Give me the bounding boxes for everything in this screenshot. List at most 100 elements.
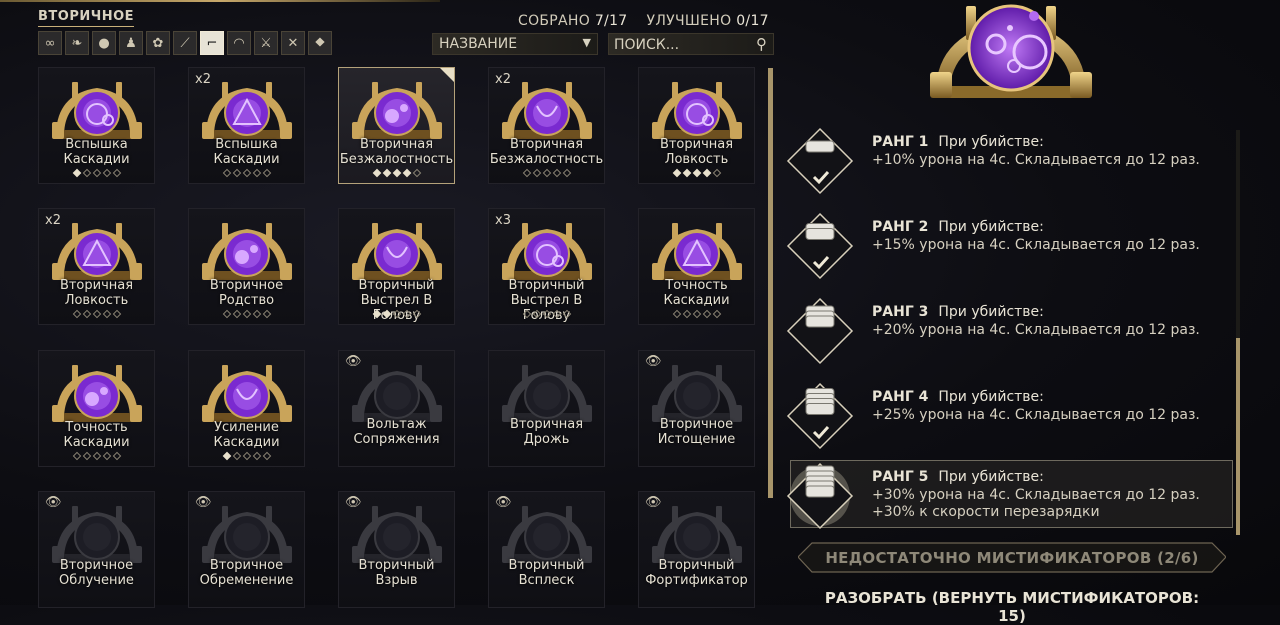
rank-row: РАНГ 5 При убийстве: +30% урона на 4с. Скл… bbox=[782, 460, 1237, 530]
rank-diamond bbox=[562, 168, 571, 178]
collection-stats: СОБРАНО 7/17 УЛУЧШЕНО 0/17 bbox=[518, 13, 769, 29]
rank-diamond bbox=[72, 451, 81, 461]
arcane-emblem-icon bbox=[201, 221, 292, 283]
rank-diamond bbox=[242, 309, 251, 319]
rank-effect-line: +10% урона на 4с. Складывается до 12 раз… bbox=[872, 152, 1200, 168]
rank-trigger: При убийстве: bbox=[938, 304, 1044, 320]
rank-diamond bbox=[372, 168, 381, 178]
sort-dropdown[interactable]: НАЗВАНИЕ ▼ bbox=[432, 33, 598, 55]
arcane-card[interactable]: 👁 Вторичное Истощение bbox=[638, 350, 755, 467]
arcane-card[interactable]: 👁 Вторичное Облучение bbox=[38, 491, 155, 608]
secondary-pistol-icon[interactable]: ⌐ bbox=[200, 31, 224, 55]
arcane-card[interactable]: Точность Каскадии bbox=[38, 350, 155, 467]
rank-row: РАНГ 1 При убийстве: +10% урона на 4с. Скл… bbox=[782, 125, 1237, 195]
arcane-emblem-icon bbox=[501, 504, 592, 566]
rank-indicator bbox=[189, 309, 304, 319]
rank-effect-line: +30% к скорости перезарядки bbox=[872, 504, 1100, 520]
sort-value: НАЗВАНИЕ bbox=[439, 36, 518, 52]
warframe-bust-icon[interactable]: ● bbox=[92, 31, 116, 55]
rank-diamond bbox=[712, 168, 721, 178]
chevron-down-icon: ▼ bbox=[582, 36, 591, 49]
rank-diamond bbox=[412, 168, 421, 178]
search-input[interactable] bbox=[609, 35, 749, 55]
rank-scrollbar[interactable] bbox=[1236, 130, 1240, 535]
infinity-icon[interactable]: ∞ bbox=[38, 31, 62, 55]
rank-diamond bbox=[102, 451, 111, 461]
rank-indicator bbox=[489, 309, 604, 319]
arcane-card[interactable]: Вторичная Дрожь bbox=[488, 350, 605, 467]
insufficient-label: НЕДОСТАТОЧНО МИСТИФИКАТОРОВ (2/6) bbox=[825, 549, 1199, 567]
melee-sword-icon[interactable]: ⚔ bbox=[254, 31, 278, 55]
arcane-name: Вторичная Ловкость bbox=[659, 137, 734, 167]
arcane-card[interactable]: x3 Вторичный Выстрел В Голову bbox=[488, 208, 605, 325]
search-icon[interactable]: ⚲ bbox=[756, 35, 767, 53]
arcane-emblem-icon bbox=[501, 80, 592, 142]
arcane-card[interactable]: 👁 Вторичный Взрыв bbox=[338, 491, 455, 608]
rank-diamond bbox=[402, 309, 411, 319]
dismantle-button[interactable]: РАЗОБРАТЬ (ВЕРНУТЬ МИСТИФИКАТОРОВ: 15) bbox=[812, 589, 1212, 625]
rank-diamond bbox=[542, 309, 551, 319]
arcane-card[interactable]: 👁 Вторичное Обременение bbox=[188, 491, 305, 608]
archwing-icon[interactable]: ✿ bbox=[146, 31, 170, 55]
arcane-name: Вольтаж Сопряжения bbox=[353, 417, 440, 447]
arcane-name: Вторичная Ловкость bbox=[59, 278, 134, 308]
arcane-name: Вторичное Обременение bbox=[199, 558, 294, 588]
rank-diamond bbox=[532, 309, 541, 319]
arcane-card[interactable]: 👁 Вторичный Всплеск bbox=[488, 491, 605, 608]
rank-row: РАНГ 2 При убийстве: +15% урона на 4с. Скл… bbox=[782, 210, 1237, 280]
rank-row: РАНГ 4 При убийстве: +25% урона на 4с. Скл… bbox=[782, 380, 1237, 450]
crossed-blades-icon[interactable]: ✕ bbox=[281, 31, 305, 55]
rank-indicator bbox=[39, 309, 154, 319]
wing-icon[interactable]: ❧ bbox=[65, 31, 89, 55]
arcane-card[interactable]: Усиление Каскадии bbox=[188, 350, 305, 467]
rank-effect-line: +25% урона на 4с. Складывается до 12 раз… bbox=[872, 407, 1200, 423]
rank-diamond bbox=[242, 451, 251, 461]
companion-icon[interactable]: ♟ bbox=[119, 31, 143, 55]
arcane-emblem-icon bbox=[51, 80, 142, 142]
arcane-emblem-icon bbox=[351, 80, 442, 142]
arcane-card[interactable]: 👁 Вторичный Фортификатор bbox=[638, 491, 755, 608]
archgun-icon[interactable]: ⯁ bbox=[308, 31, 332, 55]
arcane-emblem-icon bbox=[51, 363, 142, 425]
search-box[interactable]: ⚲ bbox=[608, 33, 774, 55]
rank-effect-line: +15% урона на 4с. Складывается до 12 раз… bbox=[872, 237, 1200, 253]
arcane-card[interactable]: Точность Каскадии bbox=[638, 208, 755, 325]
rank-diamond bbox=[392, 309, 401, 319]
rank-diamond bbox=[112, 309, 121, 319]
arcane-card[interactable]: x2 Вспышка Каскадии bbox=[188, 67, 305, 184]
rank-diamond bbox=[232, 309, 241, 319]
arcane-emblem-icon bbox=[501, 221, 592, 283]
rank-stack-icon bbox=[784, 295, 856, 367]
arcane-card[interactable]: 👁 Вольтаж Сопряжения bbox=[338, 350, 455, 467]
arcane-card[interactable]: x2 Вторичная Безжалостность bbox=[488, 67, 605, 184]
arcane-emblem-icon bbox=[201, 504, 292, 566]
arcane-card[interactable]: Вторичная Безжалостность bbox=[338, 67, 455, 184]
filter-bar: ∞ ❧ ● ♟ ✿ ⟋ ⌐ ◠ ⚔ ✕ ⯁ bbox=[38, 31, 332, 55]
insufficient-vosfor-banner: НЕДОСТАТОЧНО МИСТИФИКАТОРОВ (2/6) bbox=[797, 541, 1227, 574]
grid-scrollbar-thumb[interactable] bbox=[768, 68, 773, 498]
rank-diamond bbox=[682, 309, 691, 319]
collected-value: 7/17 bbox=[594, 13, 628, 29]
arcane-card[interactable]: Вторичное Родство bbox=[188, 208, 305, 325]
melee-whip-icon[interactable]: ◠ bbox=[227, 31, 251, 55]
rank-diamond bbox=[672, 309, 681, 319]
rank-trigger: При убийстве: bbox=[938, 469, 1044, 485]
rank-diamond bbox=[522, 168, 531, 178]
category-tab-secondary[interactable]: ВТОРИЧНОЕ bbox=[38, 9, 135, 27]
arcane-name: Точность Каскадии bbox=[663, 278, 730, 308]
rank-diamond bbox=[92, 451, 101, 461]
upgraded-label: УЛУЧШЕНО bbox=[646, 13, 732, 29]
rank-indicator bbox=[339, 168, 454, 178]
arcane-card[interactable]: Вспышка Каскадии bbox=[38, 67, 155, 184]
arcane-card[interactable]: Вторичный Выстрел В Голову bbox=[338, 208, 455, 325]
arcane-name: Вспышка Каскадии bbox=[213, 137, 280, 167]
rank-diamond bbox=[82, 309, 91, 319]
grid-scrollbar[interactable] bbox=[768, 68, 773, 498]
rank-diamond bbox=[692, 168, 701, 178]
rank-scrollbar-thumb[interactable] bbox=[1236, 338, 1240, 535]
arcane-card[interactable]: Вторичная Ловкость bbox=[638, 67, 755, 184]
arcane-card[interactable]: x2 Вторичная Ловкость bbox=[38, 208, 155, 325]
primary-weapon-icon[interactable]: ⟋ bbox=[173, 31, 197, 55]
rank-diamond bbox=[682, 168, 691, 178]
rank-indicator bbox=[189, 451, 304, 461]
